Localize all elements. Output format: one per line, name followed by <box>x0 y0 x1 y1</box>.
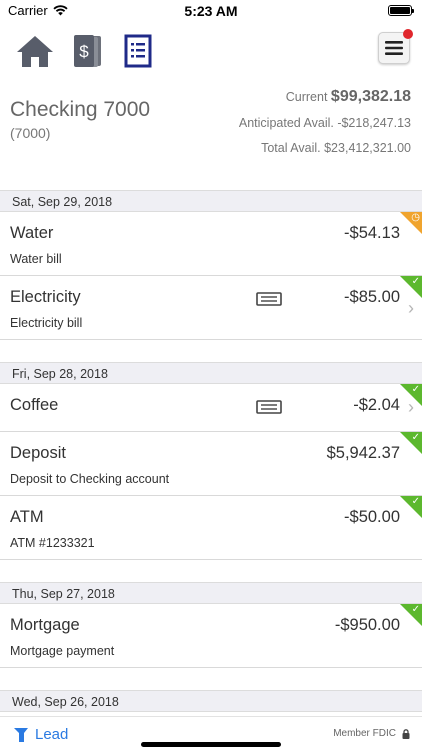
date-header: Thu, Sep 27, 2018 <box>0 582 422 604</box>
transaction-name: Water <box>10 224 54 242</box>
date-header: Wed, Sep 26, 2018 <box>0 690 422 712</box>
group-spacer <box>0 560 422 582</box>
transaction-description: Water bill <box>10 252 62 266</box>
current-balance-label: Current <box>285 90 328 104</box>
document-list-button[interactable] <box>117 30 159 72</box>
status-bar: Carrier 5:23 AM <box>0 0 422 22</box>
chevron-right-icon: › <box>408 397 414 417</box>
clock-icon: ◷ <box>411 212 420 223</box>
date-header: Sat, Sep 29, 2018 <box>0 190 422 212</box>
transaction-row[interactable]: ATM -$50.00 ATM #1233321 ✓ <box>0 496 422 560</box>
transaction-amount: -$950.00 <box>334 616 400 634</box>
lock-icon <box>402 728 410 739</box>
account-number: (7000) <box>10 125 51 141</box>
transaction-row[interactable]: Electricity -$85.00 Electricity bill ✓ › <box>0 276 422 340</box>
status-time: 5:23 AM <box>184 3 238 19</box>
transaction-description: Mortgage payment <box>10 644 115 658</box>
check-icon: ✓ <box>411 432 420 443</box>
transaction-row[interactable]: Water -$54.13 Water bill ◷ <box>0 212 422 276</box>
transaction-row[interactable]: Coffee -$2.04 ✓ › <box>0 384 422 432</box>
check-icon: ✓ <box>411 384 420 395</box>
account-summary: Checking 7000 (7000) Current $99,382.18 … <box>0 84 422 164</box>
transaction-name: Deposit <box>10 444 66 462</box>
transaction-amount: -$54.13 <box>344 224 400 242</box>
transaction-row[interactable]: Mortgage -$950.00 Mortgage payment ✓ <box>0 604 422 668</box>
fdic-label: Member FDIC <box>333 728 396 739</box>
current-balance-value: $99,382.18 <box>330 88 411 105</box>
anticipated-balance: Anticipated Avail. -$218,247.13 <box>238 116 411 130</box>
member-fdic: Member FDIC <box>333 728 410 739</box>
hamburger-menu-icon <box>385 41 403 55</box>
transaction-list: Sat, Sep 29, 2018 Water -$54.13 Water bi… <box>0 190 422 712</box>
memo-icon <box>256 292 282 306</box>
account-name: Checking 7000 <box>10 98 151 121</box>
lead-logo-icon <box>14 728 28 742</box>
total-balance: Total Avail. $23,412,321.00 <box>261 141 411 155</box>
chevron-right-icon: › <box>408 298 414 318</box>
memo-icon <box>256 400 282 414</box>
notification-dot <box>403 29 413 39</box>
home-button[interactable] <box>14 30 56 72</box>
menu-button[interactable] <box>378 29 413 64</box>
current-balance: Current $99,382.18 <box>286 88 411 106</box>
transaction-amount: -$85.00 <box>344 288 400 306</box>
check-icon: ✓ <box>411 604 420 615</box>
check-icon: ✓ <box>411 496 420 507</box>
transaction-name: Coffee <box>10 396 59 414</box>
top-toolbar: $ <box>0 29 422 74</box>
check-icon: ✓ <box>411 276 420 287</box>
transaction-name: ATM <box>10 508 44 526</box>
brand-name: Lead <box>35 725 69 743</box>
transaction-description: Electricity bill <box>10 316 83 330</box>
battery-icon <box>388 5 414 16</box>
footer: Lead Member FDIC <box>0 716 422 750</box>
document-list-icon <box>124 34 152 68</box>
statements-button[interactable]: $ <box>66 30 108 72</box>
transaction-amount: -$50.00 <box>344 508 400 526</box>
home-icon <box>17 36 53 67</box>
transaction-row[interactable]: Deposit $5,942.37 Deposit to Checking ac… <box>0 432 422 496</box>
group-spacer <box>0 668 422 690</box>
transaction-amount: $5,942.37 <box>326 444 400 462</box>
statements-icon: $ <box>74 35 101 67</box>
transaction-description: Deposit to Checking account <box>10 472 170 486</box>
transaction-name: Electricity <box>10 288 81 306</box>
group-spacer <box>0 340 422 362</box>
date-header: Fri, Sep 28, 2018 <box>0 362 422 384</box>
transaction-description: ATM #1233321 <box>10 536 95 550</box>
svg-text:$: $ <box>79 42 89 61</box>
home-indicator[interactable] <box>141 742 281 747</box>
transaction-name: Mortgage <box>10 616 80 634</box>
transaction-amount: -$2.04 <box>353 396 400 414</box>
brand-logo: Lead <box>12 725 68 743</box>
